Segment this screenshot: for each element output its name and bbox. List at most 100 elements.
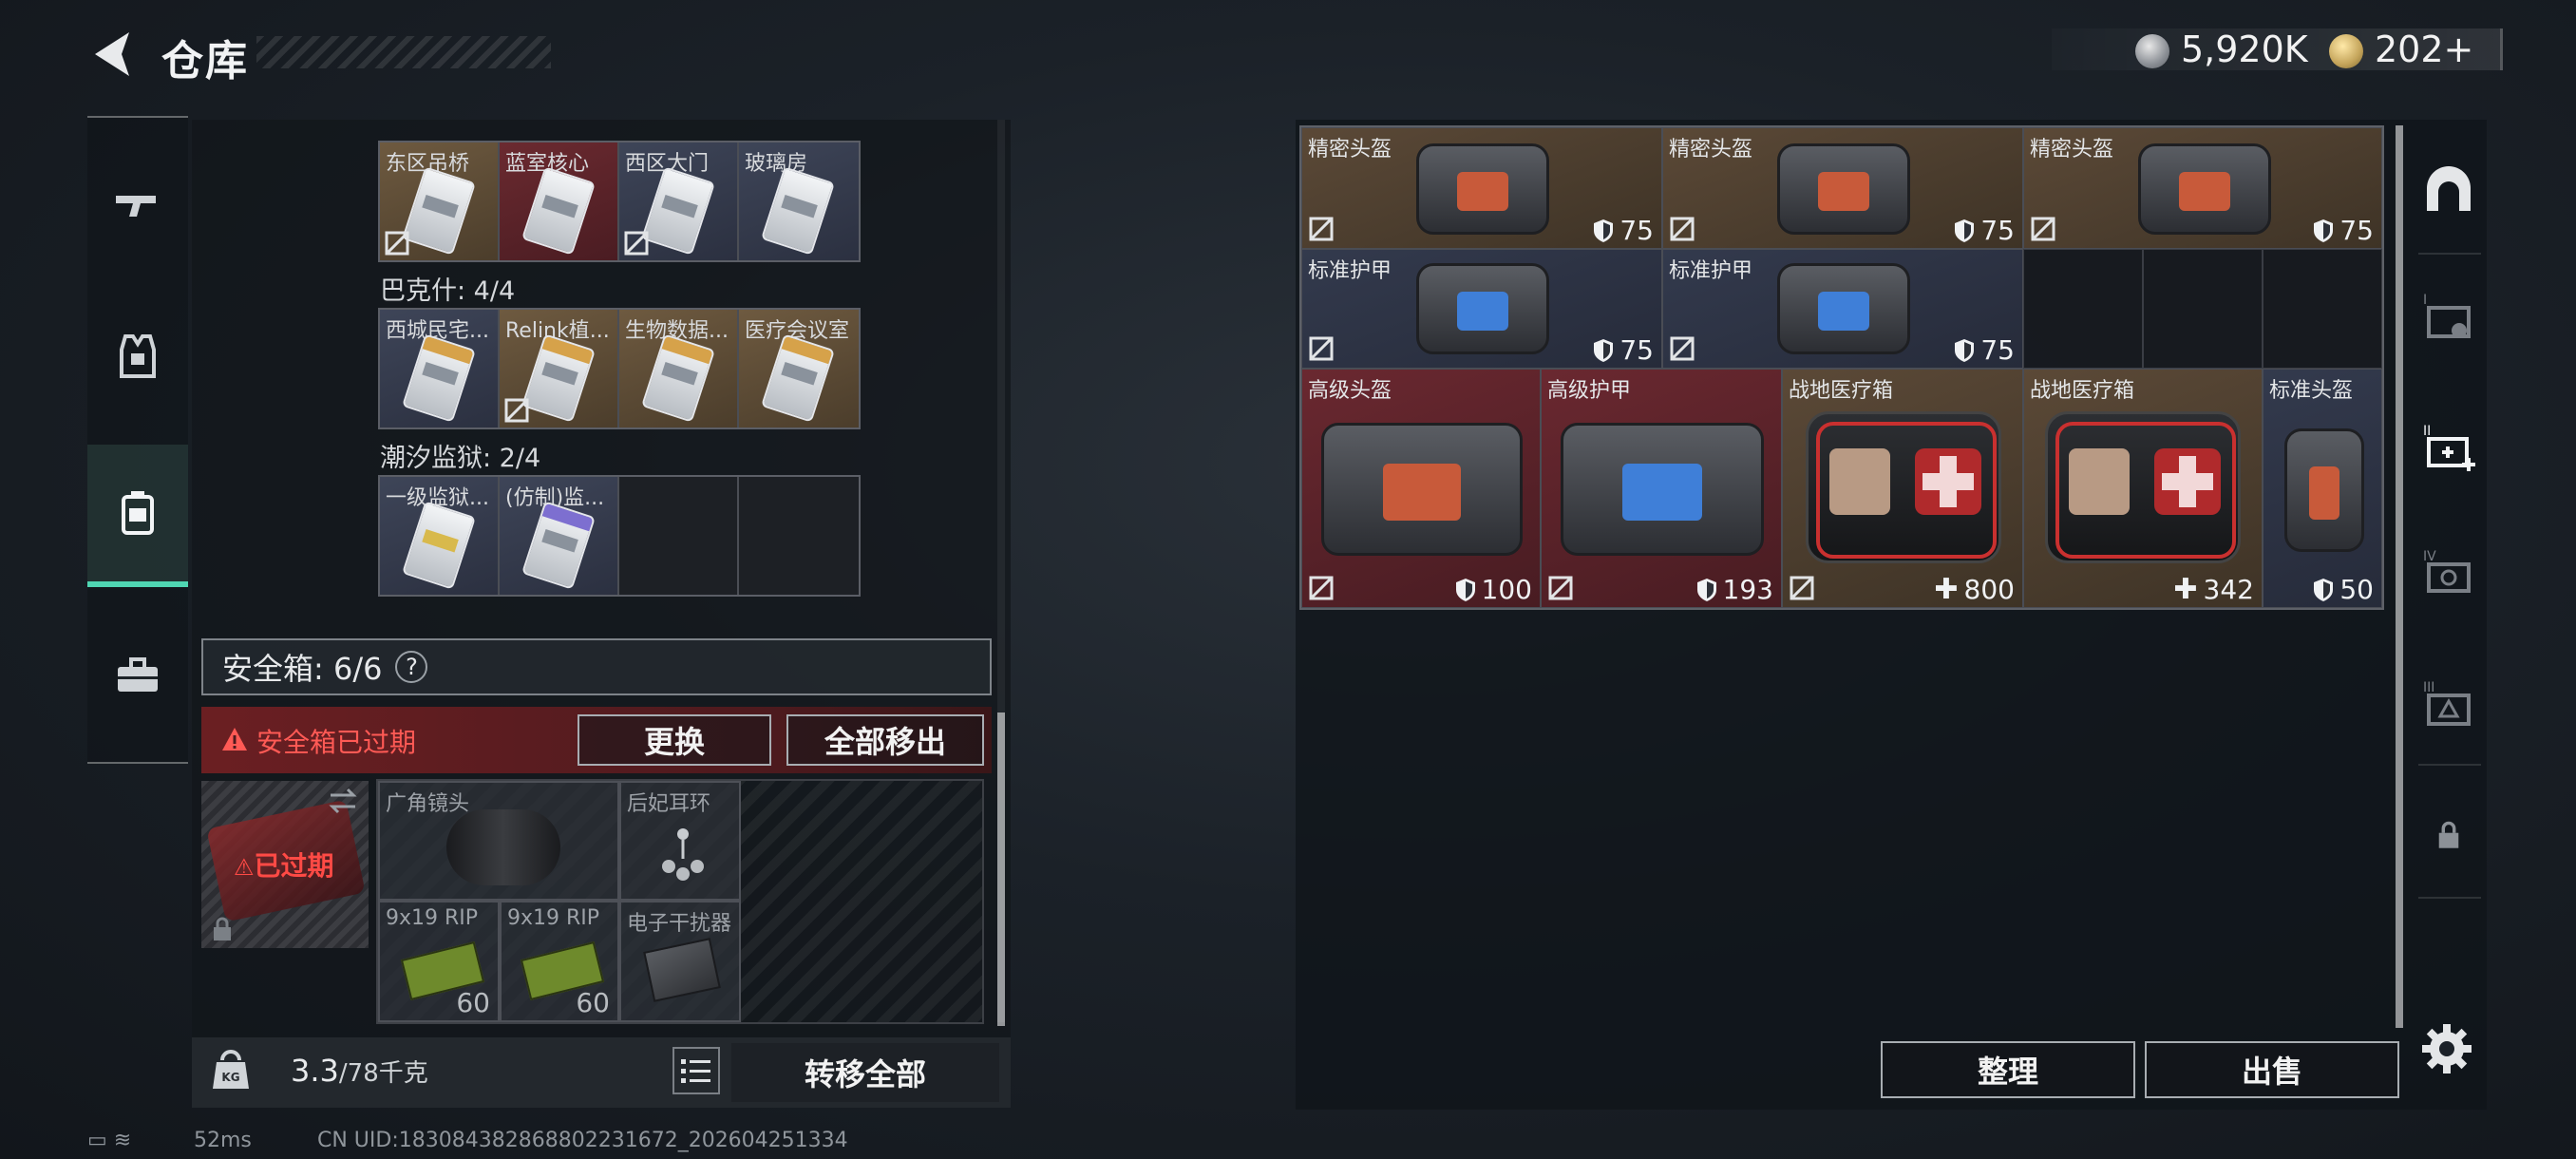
- empty-slot[interactable]: [2263, 249, 2382, 369]
- no-entry-icon: [1309, 217, 1334, 241]
- back-arrow-icon[interactable]: [87, 28, 135, 80]
- add-storage-icon: II: [2423, 424, 2475, 471]
- keycard-item[interactable]: 生物数据...: [619, 310, 739, 428]
- vest-icon: [120, 334, 156, 378]
- left-scrollbar-thumb[interactable]: [997, 712, 1005, 1026]
- warehouse-scrollbar[interactable]: [2396, 125, 2403, 1028]
- gold-coin-icon: [2329, 34, 2363, 68]
- empty-slot[interactable]: [619, 477, 739, 595]
- silver-currency-amount[interactable]: 5,920K: [2181, 28, 2308, 70]
- keycard-item[interactable]: 蓝室核心: [500, 142, 619, 260]
- backpack-icon: [122, 491, 154, 535]
- keycard-item[interactable]: 医疗会议室: [739, 310, 859, 428]
- keycard-item[interactable]: 东区吊桥: [380, 142, 500, 260]
- keycard-icon: [761, 166, 835, 256]
- warehouse-item[interactable]: 精密头盔 75: [1301, 127, 1662, 249]
- keycard-icon: [641, 166, 715, 256]
- warehouse-item[interactable]: 精密头盔 75: [1662, 127, 2023, 249]
- shield-icon: [1696, 578, 1716, 601]
- rail-tab-misc[interactable]: [87, 604, 188, 747]
- rail-locked-slot[interactable]: [2413, 802, 2485, 868]
- warehouse-item[interactable]: 精密头盔 75: [2023, 127, 2382, 249]
- help-icon[interactable]: ?: [395, 651, 428, 683]
- gun-icon: [116, 196, 156, 217]
- transfer-all-button[interactable]: 转移全部: [731, 1043, 999, 1102]
- keycard-group-label-prison: 潮汐监狱: 2/4: [380, 444, 541, 473]
- shield-icon: [2314, 578, 2334, 601]
- safe-item-ammo[interactable]: 9x19 RIP 60: [500, 901, 619, 1022]
- svg-text:III: III: [2423, 680, 2434, 695]
- warehouse-item[interactable]: 标准护甲 75: [1662, 249, 2023, 369]
- svg-text:I: I: [2423, 293, 2427, 308]
- rail-page-4[interactable]: IV: [2413, 540, 2485, 606]
- helmet-case-icon: [1321, 423, 1523, 556]
- helmet-case-icon: [1416, 143, 1549, 235]
- keycard-row-bakesh: 西城民宅... Relink植... 生物数据... 医疗会议室: [378, 308, 861, 429]
- safe-item-wide-angle-lens[interactable]: 广角镜头: [378, 781, 619, 901]
- replace-button[interactable]: 更换: [578, 714, 771, 766]
- shield-icon: [1955, 218, 1975, 242]
- rail-page-add[interactable]: II: [2413, 414, 2485, 481]
- sell-button[interactable]: 出售: [2145, 1041, 2399, 1098]
- keycard-row-prison: 一级监狱... (仿制)监...: [378, 475, 861, 597]
- svg-text:II: II: [2423, 424, 2431, 439]
- keycard-icon: [402, 166, 476, 256]
- shield-icon: [2314, 218, 2334, 242]
- list-view-button[interactable]: [672, 1047, 720, 1094]
- sort-button[interactable]: 整理: [1881, 1041, 2135, 1098]
- warehouse-item[interactable]: 高级头盔 100: [1301, 369, 1541, 608]
- rail-tab-armor[interactable]: [87, 285, 188, 428]
- rail-page-2[interactable]: I: [2413, 283, 2485, 350]
- warehouse-item[interactable]: 战地医疗箱 ✚ 342: [2023, 369, 2263, 608]
- keycard-item[interactable]: 玻璃房: [739, 142, 859, 260]
- keycard-icon: [521, 166, 596, 256]
- warehouse-item[interactable]: 高级护甲 193: [1541, 369, 1782, 608]
- medkit-icon: [1806, 411, 2001, 563]
- empty-slot[interactable]: [2143, 249, 2263, 369]
- rail-tab-weapons[interactable]: [87, 133, 188, 276]
- shield-icon: [1455, 578, 1475, 601]
- rail-page-3[interactable]: III: [2413, 671, 2485, 737]
- keycard-icon: [761, 333, 835, 423]
- weight-readout: 3.3/78千克: [291, 1053, 428, 1089]
- title-decoration: [256, 36, 551, 68]
- safe-item-jammer[interactable]: 电子干扰器: [619, 901, 741, 1022]
- vault-arch-icon: [2427, 166, 2471, 211]
- warning-icon: [222, 728, 247, 750]
- storage-level-1-icon: I: [2423, 293, 2471, 338]
- empty-slot[interactable]: [2023, 249, 2143, 369]
- safe-item-earring[interactable]: 后妃耳环: [619, 781, 741, 901]
- keycard-group-label-bakesh: 巴克什: 4/4: [380, 276, 516, 306]
- jammer-icon: [643, 938, 721, 1002]
- warehouse-item[interactable]: 标准护甲 75: [1301, 249, 1662, 369]
- medkit-icon: [2045, 411, 2241, 563]
- gold-currency-amount[interactable]: 202+: [2375, 28, 2473, 70]
- warehouse-item[interactable]: 战地医疗箱 ✚ 800: [1782, 369, 2023, 608]
- keycard-item[interactable]: Relink植...: [500, 310, 619, 428]
- keycard-item[interactable]: 西城民宅...: [380, 310, 500, 428]
- no-entry-icon: [504, 398, 529, 423]
- empty-slot[interactable]: [739, 477, 859, 595]
- weight-icon: KG: [213, 1050, 249, 1089]
- earring-icon: [662, 828, 704, 881]
- keycard-item[interactable]: 一级监狱...: [380, 477, 500, 595]
- move-all-out-button[interactable]: 全部移出: [786, 714, 984, 766]
- safe-box-label: 安全箱: 6/6: [222, 651, 383, 687]
- rail-page-1[interactable]: [2413, 158, 2485, 224]
- shield-icon: [1594, 338, 1614, 362]
- safe-box-header: 安全箱: 6/6 ?: [201, 638, 992, 695]
- settings-gear-icon[interactable]: [2418, 1020, 2475, 1077]
- no-entry-icon: [385, 231, 409, 256]
- armor-case-icon: [1777, 263, 1910, 354]
- helmet-case-icon: [1777, 143, 1910, 235]
- keycard-item[interactable]: (仿制)监...: [500, 477, 619, 595]
- swap-icon[interactable]: [327, 787, 359, 815]
- no-entry-icon: [2031, 217, 2055, 241]
- rail-tab-containers[interactable]: [87, 445, 188, 587]
- keycard-item[interactable]: 西区大门: [619, 142, 739, 260]
- helmet-case-icon: [2284, 428, 2364, 552]
- keycard-icon: [641, 333, 715, 423]
- warehouse-item[interactable]: 标准头盔 50: [2263, 369, 2382, 608]
- safe-item-ammo[interactable]: 9x19 RIP 60: [378, 901, 500, 1022]
- no-entry-icon: [1309, 336, 1334, 361]
